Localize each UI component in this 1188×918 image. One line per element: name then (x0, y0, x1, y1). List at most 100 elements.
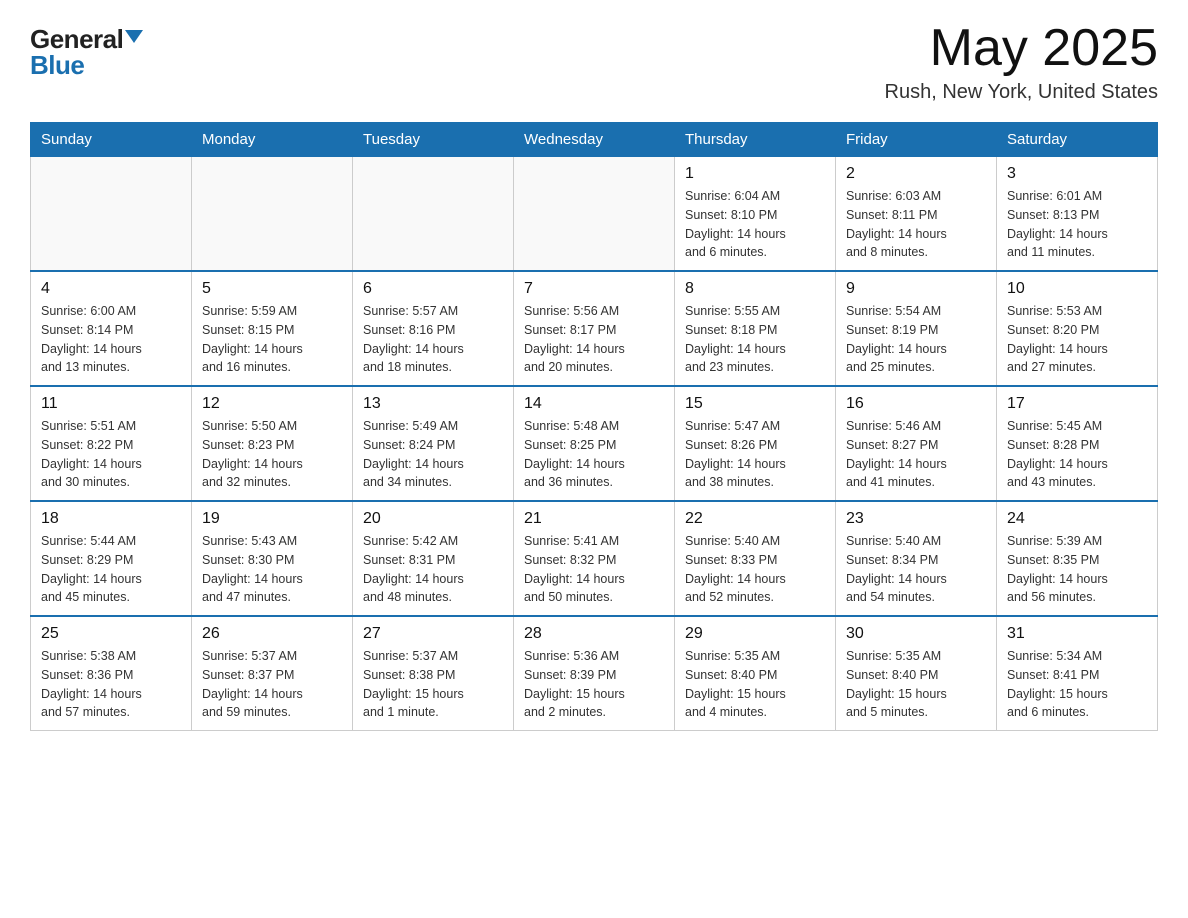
column-header-sunday: Sunday (31, 123, 192, 157)
month-title: May 2025 (885, 20, 1158, 77)
day-info: Sunrise: 5:55 AM Sunset: 8:18 PM Dayligh… (685, 302, 825, 377)
day-number: 4 (41, 280, 181, 298)
day-number: 11 (41, 395, 181, 413)
calendar-cell: 17 Sunrise: 5:45 AM Sunset: 8:28 PM Dayli… (997, 386, 1158, 501)
day-number: 8 (685, 280, 825, 298)
day-number: 10 (1007, 280, 1147, 298)
day-number: 28 (524, 625, 664, 643)
day-info: Sunrise: 6:04 AM Sunset: 8:10 PM Dayligh… (685, 187, 825, 262)
day-number: 3 (1007, 165, 1147, 183)
day-info: Sunrise: 5:48 AM Sunset: 8:25 PM Dayligh… (524, 417, 664, 492)
title-block: May 2025 Rush, New York, United States (885, 20, 1158, 104)
calendar-cell: 15Sunrise: 5:47 AM Sunset: 8:26 PM Dayli… (675, 386, 836, 501)
week-row-2: 4Sunrise: 6:00 AM Sunset: 8:14 PM Daylig… (31, 271, 1158, 386)
page-header: General Blue May 2025 Rush, New York, Un… (30, 20, 1158, 104)
day-number: 21 (524, 510, 664, 528)
day-number: 27 (363, 625, 503, 643)
column-header-monday: Monday (192, 123, 353, 157)
day-number: 12 (202, 395, 342, 413)
day-number: 6 (363, 280, 503, 298)
calendar-table: SundayMondayTuesdayWednesdayThursdayFrid… (30, 122, 1158, 731)
calendar-cell (192, 157, 353, 272)
day-number: 13 (363, 395, 503, 413)
calendar-cell: 23 Sunrise: 5:40 AM Sunset: 8:34 PM Dayli… (836, 501, 997, 616)
column-header-friday: Friday (836, 123, 997, 157)
day-info: Sunrise: 5:49 AM Sunset: 8:24 PM Dayligh… (363, 417, 503, 492)
day-info: Sunrise: 5:42 AM Sunset: 8:31 PM Dayligh… (363, 532, 503, 607)
week-row-5: 25 Sunrise: 5:38 AM Sunset: 8:36 PM Dayli… (31, 616, 1158, 731)
calendar-cell: 16Sunrise: 5:46 AM Sunset: 8:27 PM Dayli… (836, 386, 997, 501)
day-info: Sunrise: 5:47 AM Sunset: 8:26 PM Dayligh… (685, 417, 825, 492)
calendar-cell: 26Sunrise: 5:37 AM Sunset: 8:37 PM Dayli… (192, 616, 353, 731)
day-number: 2 (846, 165, 986, 183)
calendar-header-row: SundayMondayTuesdayWednesdayThursdayFrid… (31, 123, 1158, 157)
week-row-4: 18 Sunrise: 5:44 AM Sunset: 8:29 PM Dayli… (31, 501, 1158, 616)
day-number: 31 (1007, 625, 1147, 643)
calendar-cell: 10 Sunrise: 5:53 AM Sunset: 8:20 PM Dayli… (997, 271, 1158, 386)
calendar-cell: 6Sunrise: 5:57 AM Sunset: 8:16 PM Daylig… (353, 271, 514, 386)
calendar-cell: 2 Sunrise: 6:03 AM Sunset: 8:11 PM Daylig… (836, 157, 997, 272)
column-header-saturday: Saturday (997, 123, 1158, 157)
day-info: Sunrise: 5:40 AM Sunset: 8:33 PM Dayligh… (685, 532, 825, 607)
calendar-cell: 27 Sunrise: 5:37 AM Sunset: 8:38 PM Dayli… (353, 616, 514, 731)
calendar-cell: 8 Sunrise: 5:55 AM Sunset: 8:18 PM Daylig… (675, 271, 836, 386)
day-info: Sunrise: 5:37 AM Sunset: 8:37 PM Dayligh… (202, 647, 342, 722)
day-info: Sunrise: 5:37 AM Sunset: 8:38 PM Dayligh… (363, 647, 503, 722)
calendar-cell: 31 Sunrise: 5:34 AM Sunset: 8:41 PM Dayli… (997, 616, 1158, 731)
logo-blue-text: Blue (30, 52, 84, 78)
day-number: 16 (846, 395, 986, 413)
day-number: 24 (1007, 510, 1147, 528)
calendar-cell: 25 Sunrise: 5:38 AM Sunset: 8:36 PM Dayli… (31, 616, 192, 731)
day-number: 17 (1007, 395, 1147, 413)
logo-triangle-icon (125, 30, 143, 43)
day-info: Sunrise: 5:39 AM Sunset: 8:35 PM Dayligh… (1007, 532, 1147, 607)
calendar-cell: 1 Sunrise: 6:04 AM Sunset: 8:10 PM Daylig… (675, 157, 836, 272)
day-info: Sunrise: 5:59 AM Sunset: 8:15 PM Dayligh… (202, 302, 342, 377)
day-number: 23 (846, 510, 986, 528)
day-number: 25 (41, 625, 181, 643)
day-number: 18 (41, 510, 181, 528)
calendar-cell: 28 Sunrise: 5:36 AM Sunset: 8:39 PM Dayli… (514, 616, 675, 731)
calendar-cell (514, 157, 675, 272)
day-info: Sunrise: 5:56 AM Sunset: 8:17 PM Dayligh… (524, 302, 664, 377)
day-number: 20 (363, 510, 503, 528)
day-info: Sunrise: 5:51 AM Sunset: 8:22 PM Dayligh… (41, 417, 181, 492)
day-info: Sunrise: 5:45 AM Sunset: 8:28 PM Dayligh… (1007, 417, 1147, 492)
calendar-cell: 19 Sunrise: 5:43 AM Sunset: 8:30 PM Dayli… (192, 501, 353, 616)
column-header-thursday: Thursday (675, 123, 836, 157)
day-number: 19 (202, 510, 342, 528)
calendar-cell: 24 Sunrise: 5:39 AM Sunset: 8:35 PM Dayli… (997, 501, 1158, 616)
calendar-cell: 3Sunrise: 6:01 AM Sunset: 8:13 PM Daylig… (997, 157, 1158, 272)
day-number: 1 (685, 165, 825, 183)
calendar-cell: 29Sunrise: 5:35 AM Sunset: 8:40 PM Dayli… (675, 616, 836, 731)
calendar-cell: 7 Sunrise: 5:56 AM Sunset: 8:17 PM Daylig… (514, 271, 675, 386)
day-info: Sunrise: 5:44 AM Sunset: 8:29 PM Dayligh… (41, 532, 181, 607)
day-info: Sunrise: 5:36 AM Sunset: 8:39 PM Dayligh… (524, 647, 664, 722)
day-number: 29 (685, 625, 825, 643)
calendar-cell: 11 Sunrise: 5:51 AM Sunset: 8:22 PM Dayli… (31, 386, 192, 501)
calendar-cell: 5Sunrise: 5:59 AM Sunset: 8:15 PM Daylig… (192, 271, 353, 386)
day-info: Sunrise: 5:40 AM Sunset: 8:34 PM Dayligh… (846, 532, 986, 607)
day-number: 14 (524, 395, 664, 413)
calendar-cell: 9Sunrise: 5:54 AM Sunset: 8:19 PM Daylig… (836, 271, 997, 386)
day-info: Sunrise: 6:03 AM Sunset: 8:11 PM Dayligh… (846, 187, 986, 262)
day-info: Sunrise: 5:34 AM Sunset: 8:41 PM Dayligh… (1007, 647, 1147, 722)
calendar-cell: 14 Sunrise: 5:48 AM Sunset: 8:25 PM Dayli… (514, 386, 675, 501)
logo-general-text: General (30, 26, 123, 52)
day-number: 7 (524, 280, 664, 298)
logo: General Blue (30, 20, 143, 78)
calendar-cell (31, 157, 192, 272)
day-info: Sunrise: 5:43 AM Sunset: 8:30 PM Dayligh… (202, 532, 342, 607)
calendar-cell: 21 Sunrise: 5:41 AM Sunset: 8:32 PM Dayli… (514, 501, 675, 616)
calendar-cell (353, 157, 514, 272)
location: Rush, New York, United States (885, 81, 1158, 104)
column-header-tuesday: Tuesday (353, 123, 514, 157)
day-info: Sunrise: 5:53 AM Sunset: 8:20 PM Dayligh… (1007, 302, 1147, 377)
week-row-1: 1 Sunrise: 6:04 AM Sunset: 8:10 PM Daylig… (31, 157, 1158, 272)
day-number: 30 (846, 625, 986, 643)
day-info: Sunrise: 5:41 AM Sunset: 8:32 PM Dayligh… (524, 532, 664, 607)
calendar-cell: 20 Sunrise: 5:42 AM Sunset: 8:31 PM Dayli… (353, 501, 514, 616)
day-info: Sunrise: 5:38 AM Sunset: 8:36 PM Dayligh… (41, 647, 181, 722)
day-info: Sunrise: 5:35 AM Sunset: 8:40 PM Dayligh… (846, 647, 986, 722)
calendar-cell: 30 Sunrise: 5:35 AM Sunset: 8:40 PM Dayli… (836, 616, 997, 731)
